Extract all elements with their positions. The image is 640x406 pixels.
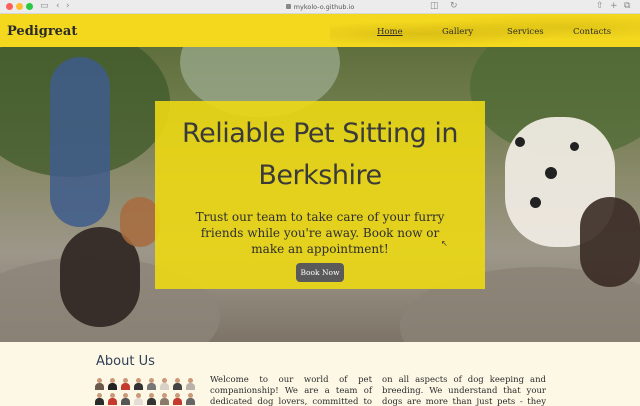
team-member bbox=[133, 378, 144, 391]
team-member bbox=[185, 378, 196, 391]
team-member bbox=[120, 378, 131, 391]
about-title: About Us bbox=[96, 354, 155, 369]
team-member bbox=[94, 393, 105, 406]
team-member bbox=[185, 393, 196, 406]
hero-title: Reliable Pet Sitting in Berkshire bbox=[155, 113, 485, 197]
hero-title-line-1: Reliable Pet Sitting in bbox=[182, 118, 458, 149]
about-text-column-2: on all aspects of dog keeping and breedi… bbox=[382, 375, 546, 406]
site-header: Pedigreat Home Gallery Services Contacts bbox=[0, 14, 640, 47]
tabs-icon[interactable]: ⧉ bbox=[624, 1, 630, 12]
nav-link-home[interactable]: Home bbox=[377, 27, 403, 37]
team-photo bbox=[94, 378, 196, 406]
reader-icon[interactable]: ◫ bbox=[430, 1, 439, 12]
book-now-button[interactable]: Book Now bbox=[296, 263, 344, 282]
back-icon[interactable]: ‹ bbox=[56, 1, 60, 12]
about-section: About Us Welcome to our world of pet com… bbox=[0, 342, 640, 406]
team-member bbox=[159, 378, 170, 391]
team-member bbox=[159, 393, 170, 406]
team-member bbox=[133, 393, 144, 406]
minimize-window-icon[interactable] bbox=[16, 3, 23, 10]
lock-icon bbox=[285, 4, 291, 9]
reload-icon[interactable]: ↻ bbox=[450, 1, 458, 12]
team-member bbox=[172, 393, 183, 406]
sidebar-icon[interactable]: ▭ bbox=[40, 1, 49, 12]
about-text-column-1: Welcome to our world of pet companionshi… bbox=[210, 375, 372, 406]
team-member bbox=[107, 393, 118, 406]
team-member bbox=[146, 393, 157, 406]
nav-link-services[interactable]: Services bbox=[507, 27, 544, 37]
nav-link-contacts[interactable]: Contacts bbox=[573, 27, 611, 37]
maximize-window-icon[interactable] bbox=[26, 3, 33, 10]
team-member bbox=[120, 393, 131, 406]
forward-icon[interactable]: › bbox=[66, 1, 70, 12]
hero-card: Reliable Pet Sitting in Berkshire Trust … bbox=[155, 101, 485, 289]
team-member bbox=[172, 378, 183, 391]
nav-link-gallery[interactable]: Gallery bbox=[442, 27, 473, 37]
address-bar[interactable]: mykolo-o.github.io bbox=[270, 1, 370, 12]
browser-toolbar: ▭ ‹ › mykolo-o.github.io ◫ ↻ ⇧ + ⧉ bbox=[0, 0, 640, 14]
team-member bbox=[107, 378, 118, 391]
share-icon[interactable]: ⇧ bbox=[596, 1, 604, 12]
team-member bbox=[94, 378, 105, 391]
hero-section: Reliable Pet Sitting in Berkshire Trust … bbox=[0, 47, 640, 342]
close-window-icon[interactable] bbox=[6, 3, 13, 10]
url-text: mykolo-o.github.io bbox=[293, 2, 355, 11]
hero-description: Trust our team to take care of your furr… bbox=[195, 210, 445, 256]
brand-logo[interactable]: Pedigreat bbox=[7, 24, 77, 39]
mouse-cursor-icon: ↖ bbox=[441, 239, 448, 248]
team-member bbox=[146, 378, 157, 391]
new-tab-icon[interactable]: + bbox=[610, 1, 618, 12]
hero-title-line-2: Berkshire bbox=[258, 160, 382, 191]
